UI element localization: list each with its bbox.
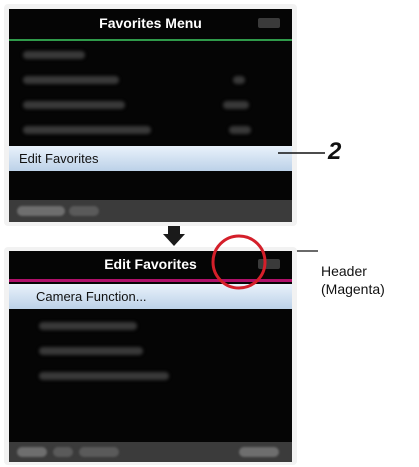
header-callout-label: Header (Magenta) [321,262,385,298]
edit-favorites-header: Edit Favorites [9,251,292,282]
edit-favorites-title: Edit Favorites [104,256,197,272]
menu-item-blurred[interactable] [9,363,292,388]
menu-item-blurred[interactable] [9,92,292,117]
menu-item-blurred[interactable] [9,338,292,363]
callout-line-1: Header [321,263,367,279]
menu-item-label: Edit Favorites [19,151,99,166]
header-indicator-icon [258,18,280,28]
menu-item-label: Camera Function... [36,289,147,304]
edit-favorites-display: Edit Favorites Camera Function... [9,251,292,462]
favorites-menu-screen: Favorites Menu Edit Favorites [4,4,297,226]
edit-favorites-screen: Edit Favorites Camera Function... [4,247,297,465]
menu-item-edit-favorites[interactable]: Edit Favorites [9,146,292,171]
edit-favorites-footer [9,442,292,462]
step-number: 2 [328,138,342,165]
callout-line-2: (Magenta) [321,281,385,297]
down-arrow-icon [163,226,185,246]
header-indicator-icon [258,259,280,269]
menu-item-camera-function[interactable]: Camera Function... [9,284,292,309]
menu-item-blurred[interactable] [9,117,292,142]
menu-item-blurred[interactable] [9,42,292,67]
menu-item-blurred[interactable] [9,67,292,92]
favorites-menu-title: Favorites Menu [99,15,202,31]
favorites-menu-display: Favorites Menu Edit Favorites [9,9,292,222]
favorites-menu-footer [9,200,292,222]
favorites-menu-header: Favorites Menu [9,9,292,41]
menu-item-blurred[interactable] [9,313,292,338]
